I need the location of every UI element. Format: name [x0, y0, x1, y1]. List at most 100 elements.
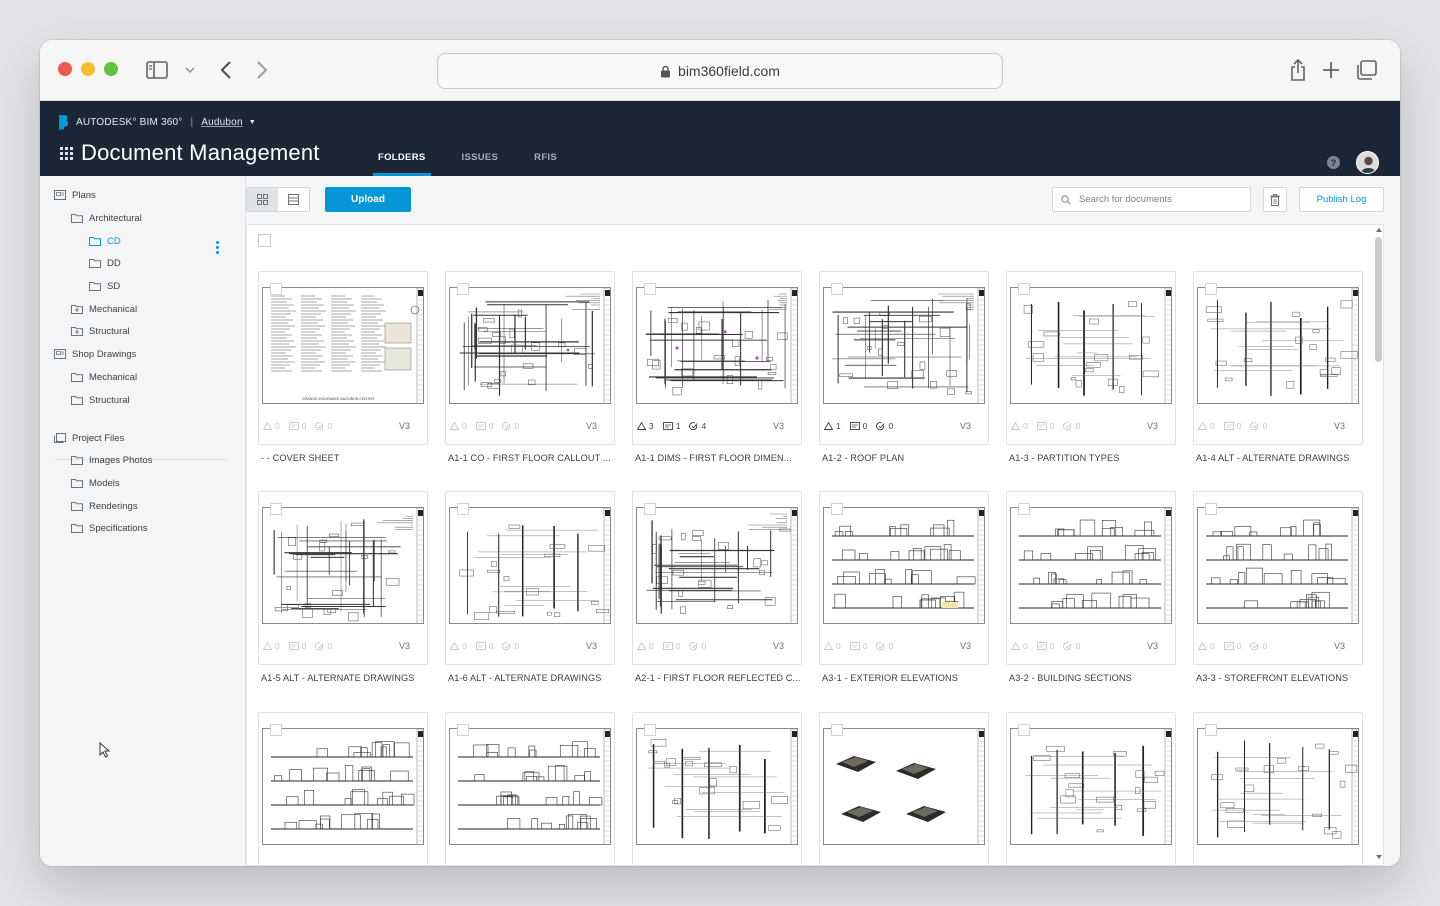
document-name[interactable]: A3-3 - STOREFRONT ELEVATIONS	[1196, 673, 1364, 683]
rfis-count[interactable]: 0	[876, 641, 893, 651]
document-checkbox[interactable]	[1018, 283, 1030, 295]
document-name[interactable]: - - COVER SHEET	[261, 453, 429, 463]
version-badge[interactable]: V3	[586, 641, 597, 651]
markups-count[interactable]: 0	[288, 421, 306, 431]
issues-count[interactable]: 1	[824, 421, 841, 431]
document-card[interactable]	[445, 712, 615, 865]
document-name[interactable]: A1-1 CO - FIRST FLOOR CALLOUT ...	[448, 453, 616, 463]
sidebar-item-specifications[interactable]: Specifications	[71, 519, 148, 537]
document-name[interactable]: A1-1 DIMS - FIRST FLOOR DIMEN...	[635, 453, 803, 463]
markups-count[interactable]: 0	[1223, 641, 1241, 651]
document-checkbox[interactable]	[831, 283, 843, 295]
issues-count[interactable]: 0	[1198, 641, 1215, 651]
version-badge[interactable]: V3	[399, 421, 410, 431]
document-name[interactable]: A3-1 - EXTERIOR ELEVATIONS	[822, 673, 990, 683]
markups-count[interactable]: 0	[475, 641, 493, 651]
version-badge[interactable]: V3	[586, 421, 597, 431]
rfis-count[interactable]: 0	[1250, 641, 1267, 651]
tab-folders[interactable]: FOLDERS	[373, 145, 431, 176]
publish-log-button[interactable]: Publish Log	[1299, 187, 1384, 212]
sheet-thumbnail[interactable]	[449, 728, 611, 845]
document-checkbox[interactable]	[1205, 283, 1217, 295]
document-card[interactable]: 1 0 0 V3 A1-2 - ROOF PLAN	[819, 271, 989, 463]
version-badge[interactable]: V3	[773, 421, 784, 431]
rfis-count[interactable]: 0	[502, 641, 519, 651]
document-name[interactable]: A1-4 ALT - ALTERNATE DRAWINGS	[1196, 453, 1364, 463]
sidebar-item-project-files[interactable]: Project Files	[54, 429, 124, 447]
document-checkbox[interactable]	[270, 503, 282, 515]
issues-count[interactable]: 0	[450, 641, 467, 651]
document-card[interactable]: 0 0 0 V3 A3-3 - STOREFRONT ELEVATIONS	[1193, 491, 1363, 683]
close-window-button[interactable]	[58, 62, 72, 76]
document-checkbox[interactable]	[644, 724, 656, 736]
document-checkbox[interactable]	[831, 724, 843, 736]
sheet-thumbnail[interactable]	[449, 507, 611, 624]
version-badge[interactable]: V3	[1334, 641, 1345, 651]
document-card[interactable]	[1006, 712, 1176, 865]
sidebar-item-mechanical[interactable]: Mechanical	[71, 300, 137, 318]
sidebar-item-dd[interactable]: DD	[89, 254, 121, 272]
markups-count[interactable]: 1	[662, 421, 680, 431]
tab-overview-icon[interactable]	[1354, 57, 1380, 83]
tab-issues[interactable]: ISSUES	[457, 145, 504, 176]
sidebar-item-cd[interactable]: CD	[89, 232, 121, 250]
issues-count[interactable]: 3	[637, 421, 654, 431]
maximize-window-button[interactable]	[104, 62, 118, 76]
markups-count[interactable]: 0	[1223, 421, 1241, 431]
issues-count[interactable]: 0	[637, 641, 654, 651]
sidebar-item-structural[interactable]: Structural	[71, 391, 130, 409]
delete-button[interactable]	[1263, 187, 1287, 212]
document-card[interactable]: 0 0 0 V3 A3-1 - EXTERIOR ELEVATIONS	[819, 491, 989, 683]
document-checkbox[interactable]	[270, 724, 282, 736]
markups-count[interactable]: 0	[288, 641, 306, 651]
sidebar-item-renderings[interactable]: Renderings	[71, 497, 138, 515]
document-card[interactable]: 0 0 0 V3 A1-4 ALT - ALTERNATE DRAWINGS	[1193, 271, 1363, 463]
version-badge[interactable]: V3	[960, 421, 971, 431]
sheet-thumbnail[interactable]	[1010, 287, 1172, 404]
document-checkbox[interactable]	[644, 283, 656, 295]
markups-count[interactable]: 0	[475, 421, 493, 431]
help-icon[interactable]: ?	[1327, 156, 1340, 169]
issues-count[interactable]: 0	[1011, 641, 1028, 651]
markups-count[interactable]: 0	[849, 421, 867, 431]
document-checkbox[interactable]	[1018, 724, 1030, 736]
issues-count[interactable]: 0	[1198, 421, 1215, 431]
list-view-button[interactable]	[278, 188, 309, 211]
rfis-count[interactable]: 0	[1063, 421, 1080, 431]
rfis-count[interactable]: 4	[689, 421, 706, 431]
rfis-count[interactable]: 0	[876, 421, 893, 431]
sheet-thumbnail[interactable]: GRANGE INSURANCE AUDUBON CENTER	[262, 287, 424, 404]
new-tab-icon[interactable]	[1318, 57, 1344, 83]
project-selector[interactable]: Audubon ▼	[201, 117, 256, 128]
document-name[interactable]: A1-3 - PARTITION TYPES	[1009, 453, 1177, 463]
chevron-down-icon[interactable]	[177, 57, 203, 83]
sheet-thumbnail[interactable]	[823, 728, 985, 845]
select-all-checkbox[interactable]	[258, 234, 271, 247]
document-name[interactable]: A1-2 - ROOF PLAN	[822, 453, 990, 463]
document-card[interactable]: GRANGE INSURANCE AUDUBON CENTER 0 0 0 V3 - - …	[258, 271, 428, 463]
document-card[interactable]: 0 0 0 V3 A2-1 - FIRST FLOOR REFLECTED C...	[632, 491, 802, 683]
sheet-thumbnail[interactable]	[823, 507, 985, 624]
sheet-thumbnail[interactable]	[1010, 728, 1172, 845]
tab-rfis[interactable]: RFIS	[529, 145, 562, 176]
document-card[interactable]	[1193, 712, 1363, 865]
version-badge[interactable]: V3	[1147, 421, 1158, 431]
document-checkbox[interactable]	[1018, 503, 1030, 515]
issues-count[interactable]: 0	[1011, 421, 1028, 431]
document-name[interactable]: A2-1 - FIRST FLOOR REFLECTED C...	[635, 673, 803, 683]
sheet-thumbnail[interactable]	[636, 728, 798, 845]
version-badge[interactable]: V3	[1334, 421, 1345, 431]
document-name[interactable]: A1-5 ALT - ALTERNATE DRAWINGS	[261, 673, 429, 683]
issues-count[interactable]: 0	[263, 421, 280, 431]
document-card[interactable]: 0 0 0 V3 A1-3 - PARTITION TYPES	[1006, 271, 1176, 463]
document-name[interactable]: A1-6 ALT - ALTERNATE DRAWINGS	[448, 673, 616, 683]
app-launcher-icon[interactable]	[60, 146, 73, 160]
document-card[interactable]	[258, 712, 428, 865]
version-badge[interactable]: V3	[773, 641, 784, 651]
minimize-window-button[interactable]	[81, 62, 95, 76]
sheet-thumbnail[interactable]	[1197, 728, 1359, 845]
document-card[interactable]: 0 0 0 V3 A1-5 ALT - ALTERNATE DRAWINGS	[258, 491, 428, 683]
sheet-thumbnail[interactable]	[262, 728, 424, 845]
issues-count[interactable]: 0	[450, 421, 467, 431]
markups-count[interactable]: 0	[1036, 421, 1054, 431]
